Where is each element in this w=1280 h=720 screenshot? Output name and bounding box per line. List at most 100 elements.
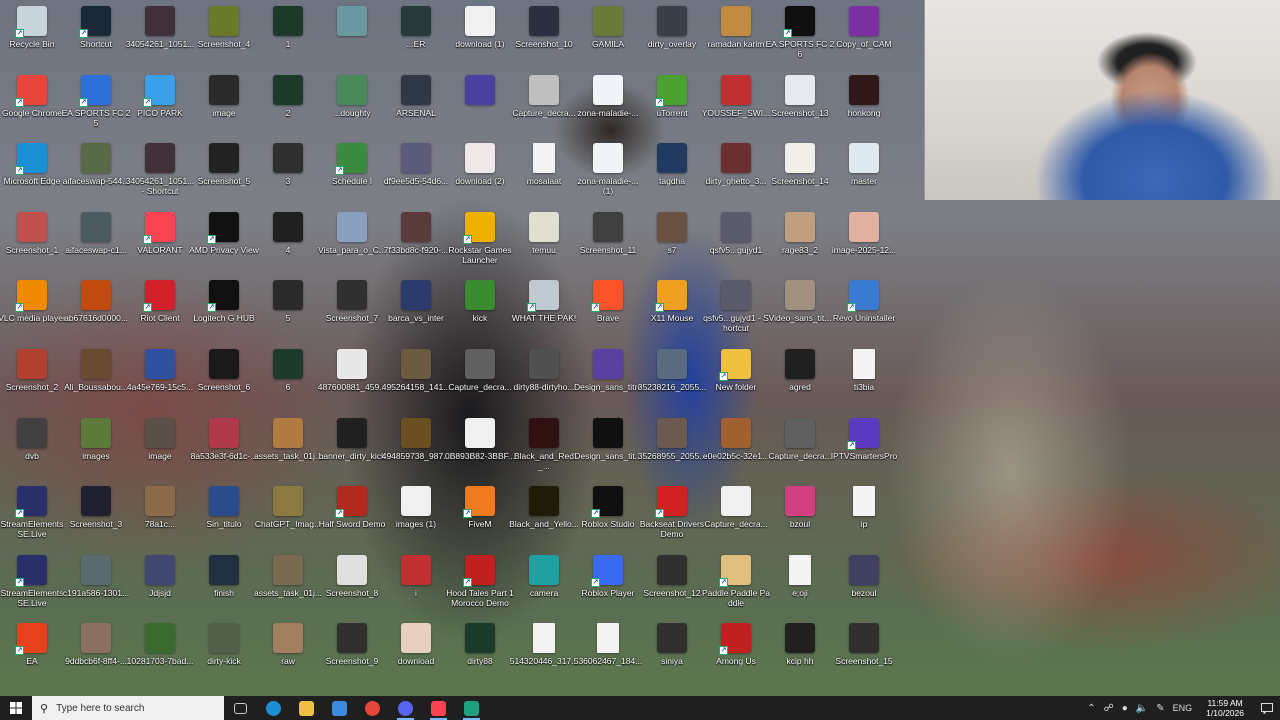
- desktop-icon[interactable]: 8a533e3f-6d1c-...: [191, 414, 257, 480]
- desktop-icon[interactable]: Screenshot_5: [191, 139, 257, 205]
- desktop-icon[interactable]: finish: [191, 551, 257, 617]
- desktop-icon[interactable]: 5: [255, 276, 321, 342]
- desktop-icon[interactable]: i: [383, 551, 449, 617]
- desktop-icon[interactable]: download: [383, 619, 449, 685]
- desktop-icon[interactable]: Design_sans_tit...: [574, 414, 642, 480]
- desktop-icon[interactable]: Screenshot_4: [191, 2, 257, 68]
- desktop-icon[interactable]: Black_and_Red_...: [511, 414, 577, 480]
- notification-center-button[interactable]: [1254, 702, 1280, 714]
- desktop-icon[interactable]: siniya: [639, 619, 705, 685]
- clock[interactable]: 11:59 AM 1/10/2026: [1196, 698, 1254, 718]
- desktop-icon[interactable]: Ali_Boussabou...: [63, 345, 129, 411]
- desktop-icon[interactable]: kcip hh: [767, 619, 833, 685]
- discord-taskbar-button[interactable]: [389, 696, 422, 720]
- desktop-icon[interactable]: ↗ StreamElements SE.Live: [0, 551, 65, 617]
- file-explorer-taskbar-button[interactable]: [290, 696, 323, 720]
- desktop-icon[interactable]: Copy_of_CAM: [831, 2, 897, 68]
- desktop-icon[interactable]: temuu: [511, 208, 577, 274]
- chrome-taskbar-button[interactable]: [356, 696, 389, 720]
- desktop-icon[interactable]: ChatGPT_Imag...: [255, 482, 321, 548]
- desktop-icon[interactable]: Screenshot_1: [0, 208, 65, 274]
- desktop-icon[interactable]: Capture_decra...: [447, 345, 513, 411]
- desktop-icon[interactable]: 494859738_987...: [382, 414, 450, 480]
- desktop-icon[interactable]: 35238216_2055...: [638, 345, 706, 411]
- desktop-icon[interactable]: ARSENAL: [383, 71, 449, 137]
- desktop-icon[interactable]: ↗ WHAT THE PAK!: [511, 276, 577, 342]
- desktop-icon[interactable]: 495264158_141...: [382, 345, 450, 411]
- desktop-icon[interactable]: ↗ Rockstar Games Launcher: [447, 208, 513, 274]
- desktop-icon[interactable]: agred: [767, 345, 833, 411]
- desktop-icon[interactable]: Screenshot_9: [319, 619, 385, 685]
- desktop-icon[interactable]: Screenshot_13: [767, 71, 833, 137]
- desktop-icon[interactable]: bezoul: [831, 551, 897, 617]
- desktop-icon[interactable]: ↗ Microsoft Edge: [0, 139, 65, 205]
- desktop-icon[interactable]: master: [831, 139, 897, 205]
- desktop-icon[interactable]: qsfv5...gujyd1 - Shortcut: [703, 276, 769, 342]
- desktop-icon[interactable]: ↗ Backseat Drivers Demo: [639, 482, 705, 548]
- desktop-icon[interactable]: YOUSSEF_SWI...: [702, 71, 770, 137]
- desktop-icon[interactable]: Screenshot_14: [767, 139, 833, 205]
- desktop-icon[interactable]: ↗ Google Chrome: [0, 71, 65, 137]
- desktop-icon[interactable]: ↗ Shortcut: [63, 2, 129, 68]
- desktop-icon[interactable]: kick: [447, 276, 513, 342]
- desktop-icon[interactable]: zona-maladie-... (1): [575, 139, 641, 205]
- desktop-icon[interactable]: raw: [255, 619, 321, 685]
- desktop-icon[interactable]: Design_sans_titre: [574, 345, 642, 411]
- desktop-icon[interactable]: ↗ Revo Uninstaller: [831, 276, 897, 342]
- valorant-taskbar-button[interactable]: [422, 696, 455, 720]
- desktop-icon[interactable]: honkong: [831, 71, 897, 137]
- desktop-icon[interactable]: dirty-kick: [191, 619, 257, 685]
- desktop-icon[interactable]: ti3bia: [831, 345, 897, 411]
- desktop-icon[interactable]: ↗ Roblox Studio: [575, 482, 641, 548]
- desktop-icon[interactable]: Black_and_Yello...: [509, 482, 579, 548]
- desktop-icon[interactable]: ↗ IPTVSmartersPro: [831, 414, 897, 480]
- desktop-icon[interactable]: Screenshot_7: [319, 276, 385, 342]
- desktop-icon[interactable]: ↗ AMD Privacy View: [189, 208, 259, 274]
- taskbar-search-box[interactable]: ⚲ Type here to search: [32, 696, 224, 720]
- desktop-icon[interactable]: bzoul: [767, 482, 833, 548]
- desktop-icon[interactable]: 536062467_184...: [574, 619, 642, 685]
- desktop-icon[interactable]: ramadan karim: [703, 2, 769, 68]
- desktop-icon[interactable]: assets_task_01j...: [254, 551, 322, 617]
- desktop-icon[interactable]: 4a45e769-15c5...: [127, 345, 193, 411]
- desktop-icon[interactable]: 2: [255, 71, 321, 137]
- desktop-icon[interactable]: ↗ PICO PARK: [127, 71, 193, 137]
- desktop-icon[interactable]: ↗ Among Us: [703, 619, 769, 685]
- desktop-icon[interactable]: ↗ uTorrent: [639, 71, 705, 137]
- desktop-icon[interactable]: 514320446_317...: [510, 619, 578, 685]
- desktop-icon[interactable]: Screenshot_10: [511, 2, 577, 68]
- desktop-icon[interactable]: Screenshot_2: [0, 345, 65, 411]
- desktop-icon[interactable]: Video_sans_tit...: [767, 276, 833, 342]
- desktop-icon[interactable]: rage83_2: [767, 208, 833, 274]
- desktop-icon[interactable]: assets_task_01j...: [254, 414, 322, 480]
- desktop-icon[interactable]: aifaceswap-544...: [63, 139, 129, 205]
- language-indicator[interactable]: ENG: [1169, 703, 1197, 713]
- desktop-icon[interactable]: dirty88: [447, 619, 513, 685]
- desktop-icon[interactable]: ↗ Schedule I: [319, 139, 385, 205]
- desktop-icon[interactable]: ↗ EA SPORTS FC 25: [62, 71, 130, 137]
- show-hidden-icons-icon[interactable]: ⌃: [1083, 703, 1099, 714]
- desktop-icon[interactable]: camera: [511, 551, 577, 617]
- desktop-icon[interactable]: Capture_decra...: [511, 71, 577, 137]
- desktop-icon[interactable]: 0B893B82-3BBF...: [445, 414, 515, 480]
- desktop-icon[interactable]: ...ER: [383, 2, 449, 68]
- desktop-icon[interactable]: Screenshot_11: [575, 208, 641, 274]
- desktop-icon[interactable]: 10281703-7bad...: [127, 619, 193, 685]
- desktop-icon[interactable]: e;oji: [767, 551, 833, 617]
- desktop-icon[interactable]: ↗ Recycle Bin: [0, 2, 65, 68]
- network-icon[interactable]: ☍: [1100, 703, 1118, 714]
- desktop-icon[interactable]: c191a586-1301...: [63, 551, 129, 617]
- desktop-icon[interactable]: Screenshot_3: [63, 482, 129, 548]
- desktop-icon[interactable]: 487600881_459...: [318, 345, 386, 411]
- desktop-icon[interactable]: Capture_decra...: [767, 414, 833, 480]
- desktop-icon[interactable]: e0e02b5c-32e1...: [703, 414, 769, 480]
- desktop-icon[interactable]: 1: [255, 2, 321, 68]
- desktop-icon[interactable]: image: [127, 414, 193, 480]
- desktop-icon[interactable]: 6: [255, 345, 321, 411]
- desktop-icon[interactable]: ↗ Hood Tales Part 1 Morocco Demo: [446, 551, 514, 617]
- desktop-icon[interactable]: download (2): [447, 139, 513, 205]
- desktop-icon[interactable]: Sin_titulo: [191, 482, 257, 548]
- desktop-icon[interactable]: ip: [831, 482, 897, 548]
- desktop-icon[interactable]: 9ddbcb6f-8ff4-...: [63, 619, 129, 685]
- desktop-icon[interactable]: [319, 2, 385, 68]
